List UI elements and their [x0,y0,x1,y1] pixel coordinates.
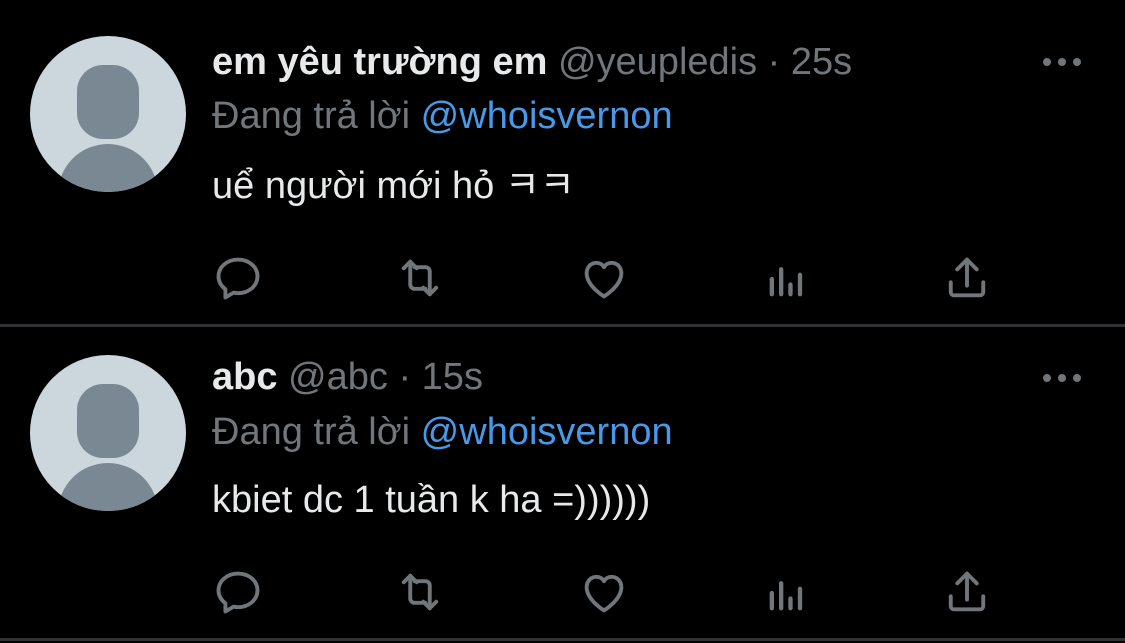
mention-link[interactable]: @whoisvernon [421,95,673,137]
more-icon[interactable] [1040,368,1084,388]
tweet[interactable]: em yêu trường em @yeupledis · 25s Đang t… [0,0,1125,324]
separator-dot: · [398,356,412,398]
reply-icon[interactable] [208,248,268,308]
tweet-header: abc @abc · 15s [212,355,483,399]
avatar-head-shape [77,65,139,139]
tweet-actions [0,562,1125,622]
more-icon[interactable] [1040,52,1084,72]
retweet-icon[interactable] [390,562,450,622]
user-handle[interactable]: @abc [288,356,388,398]
display-name[interactable]: abc [212,356,277,398]
reply-icon[interactable] [208,562,268,622]
timestamp[interactable]: 15s [422,356,483,398]
avatar-body-shape [58,463,158,511]
share-icon[interactable] [937,248,997,308]
replying-to-label: Đang trả lời [212,95,411,137]
tweet-actions [0,248,1125,308]
like-icon[interactable] [574,562,634,622]
avatar-body-shape [58,144,158,192]
separator-dot: · [767,41,781,83]
timestamp[interactable]: 25s [791,41,852,83]
replying-to: Đang trả lời @whoisvernon [212,410,673,454]
tweet-header: em yêu trường em @yeupledis · 25s [212,40,852,84]
like-icon[interactable] [574,248,634,308]
views-icon[interactable] [757,248,817,308]
user-handle[interactable]: @yeupledis [558,41,757,83]
replying-to-label: Đang trả lời [212,411,411,453]
display-name[interactable]: em yêu trường em [212,41,547,83]
share-icon[interactable] [937,562,997,622]
mention-link[interactable]: @whoisvernon [421,411,673,453]
replying-to: Đang trả lời @whoisvernon [212,94,673,138]
avatar[interactable] [30,36,186,192]
tweet-divider [0,638,1125,641]
views-icon[interactable] [757,562,817,622]
tweet-text: uể người mới hỏ ㅋㅋ [212,165,575,207]
retweet-icon[interactable] [390,248,450,308]
avatar[interactable] [30,355,186,511]
avatar-head-shape [77,384,139,458]
